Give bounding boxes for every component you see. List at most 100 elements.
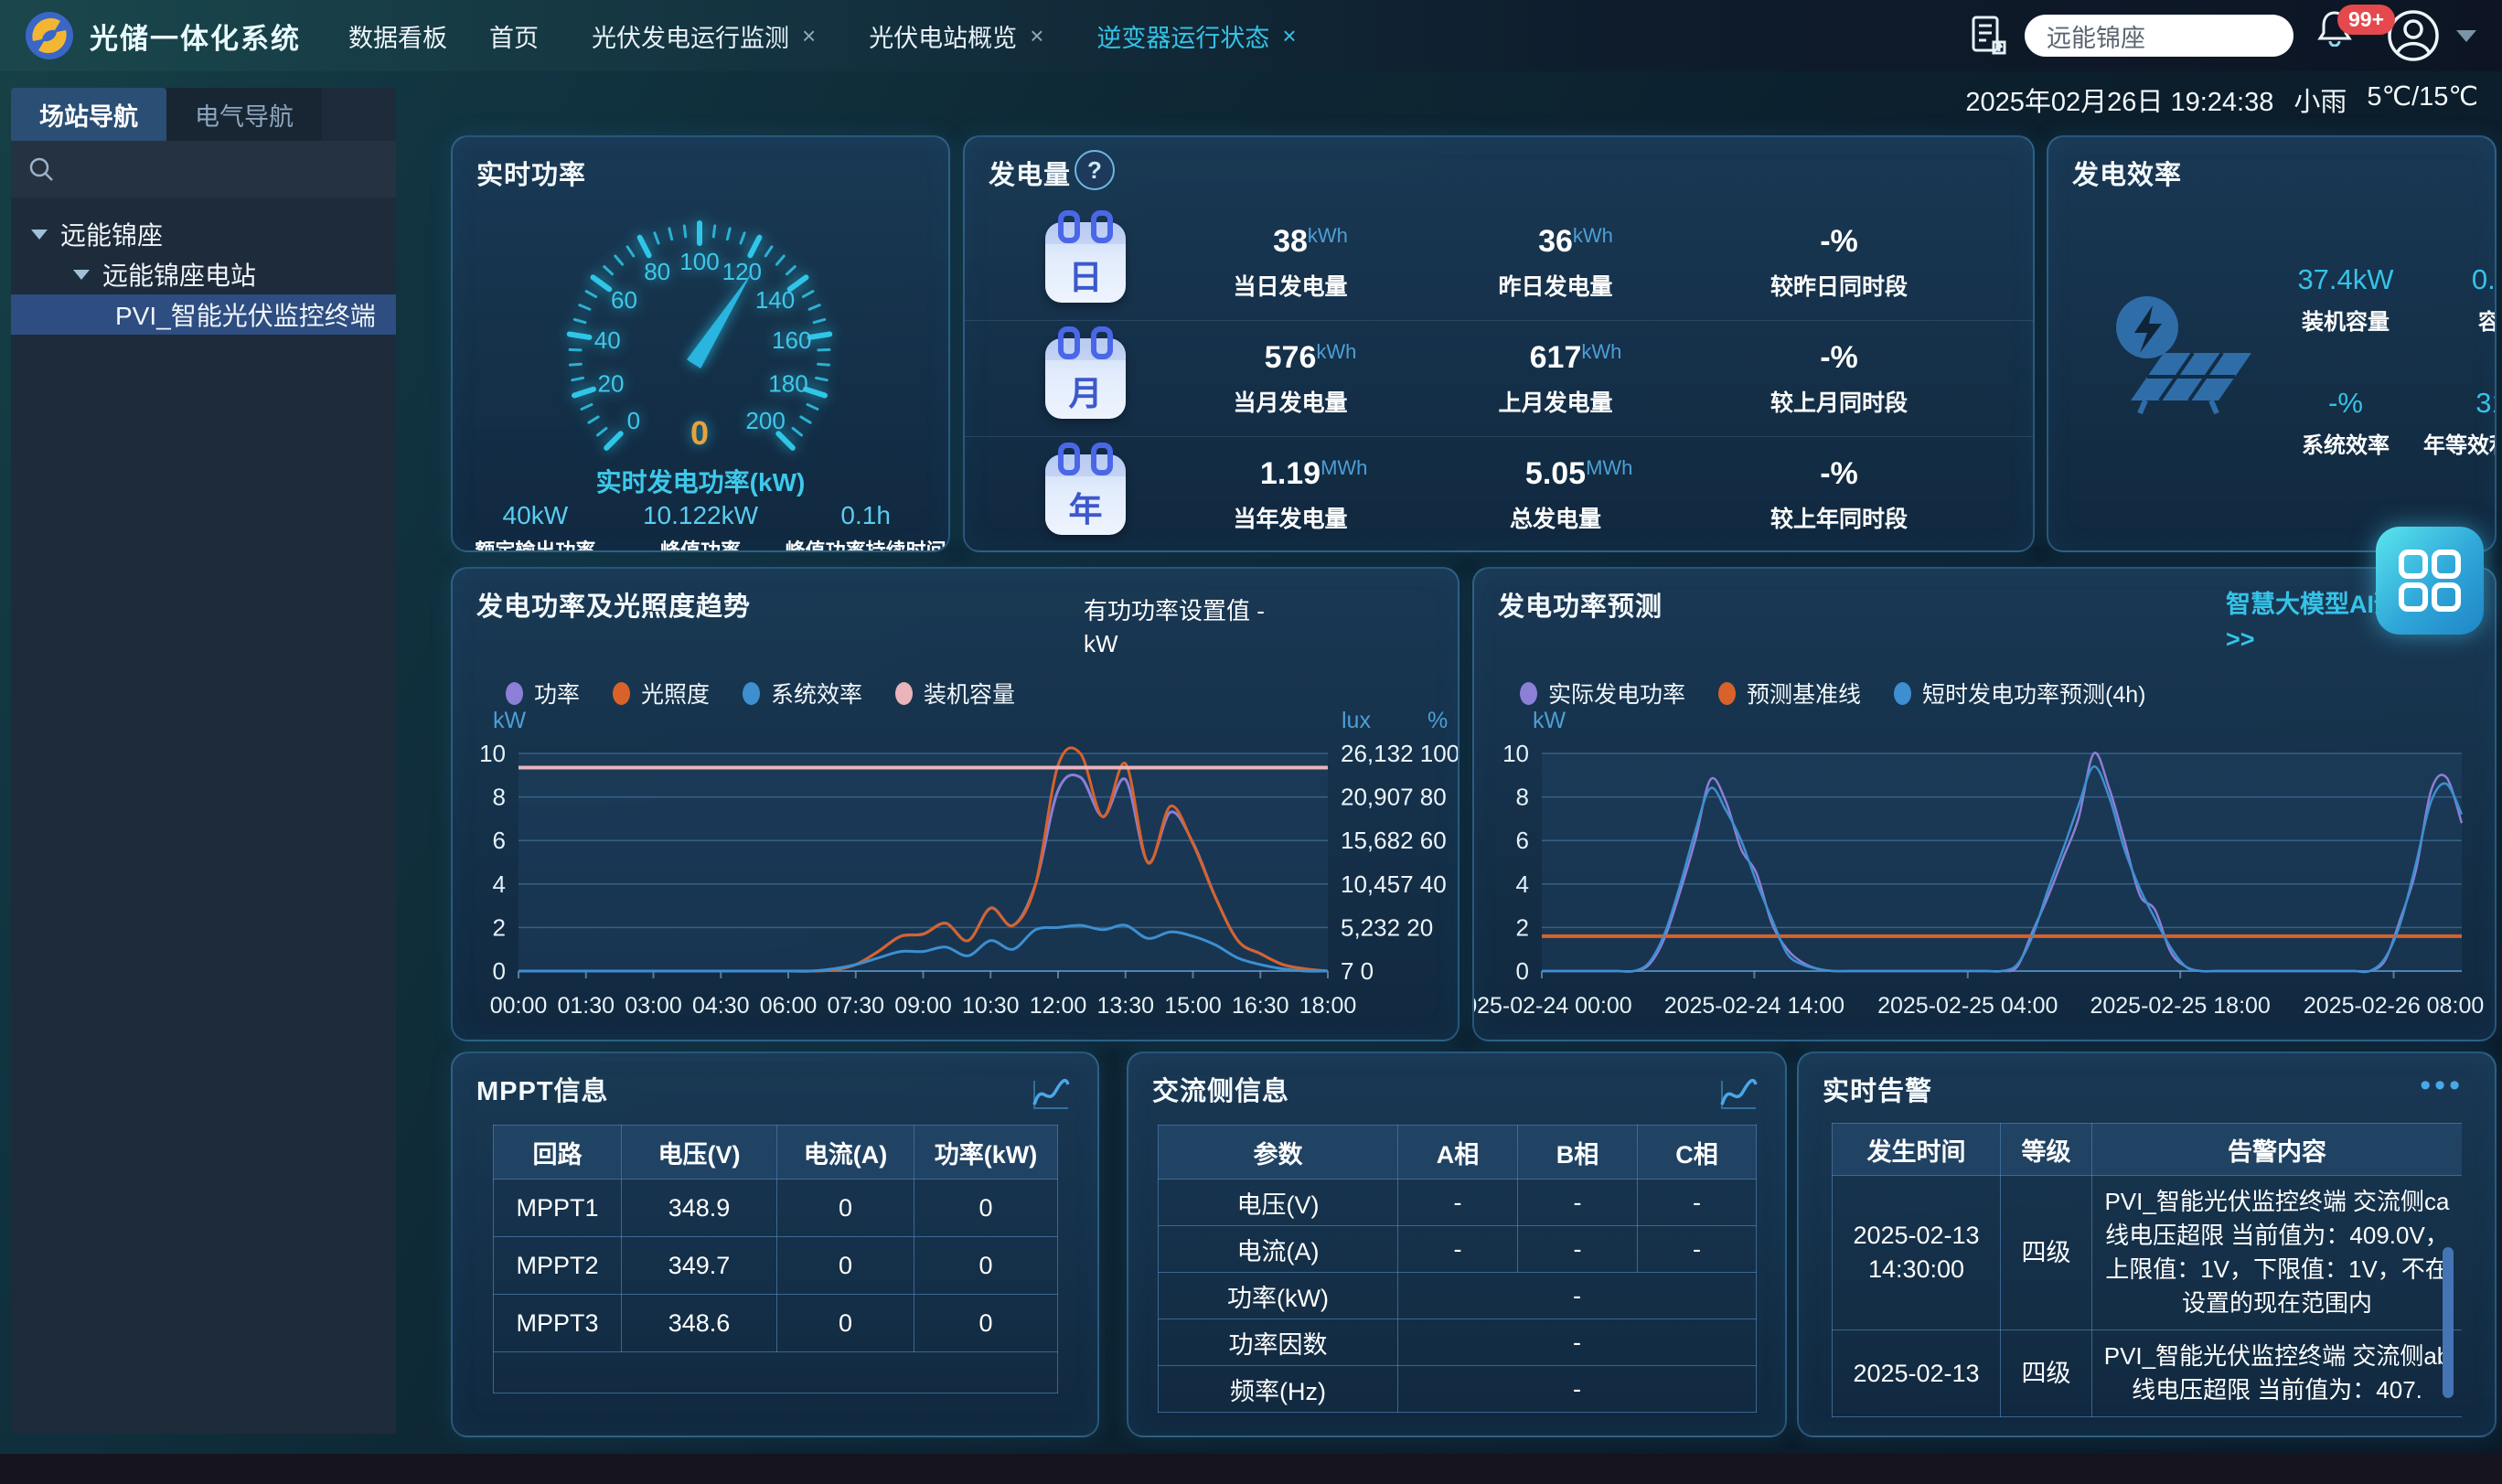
alarm-row[interactable]: 2025-02-13 14:30:00四级PVI_智能光伏监控终端 交流侧ca线… [1833,1176,2463,1330]
notifications[interactable]: 99+ [2317,8,2368,63]
svg-text:2025-02-24 00:00: 2025-02-24 00:00 [1474,993,1632,1019]
tab-0[interactable]: 光伏发电运行监测× [592,18,816,54]
svg-text:40: 40 [594,326,621,354]
chevron-down-icon[interactable] [2456,30,2476,42]
close-icon[interactable]: × [802,22,816,50]
tree-node-label: 远能锦座 [60,216,163,252]
column-header: 参数 [1159,1126,1398,1180]
svg-text:60: 60 [611,286,637,314]
more-icon[interactable]: ••• [2420,1068,2464,1104]
tree-node-2[interactable]: PVI_智能光伏监控终端 [11,294,396,335]
table-cell: 0 [777,1237,914,1295]
legend-item-2[interactable]: 系统效率 [743,677,862,710]
svg-text:2025-02-24 14:00: 2025-02-24 14:00 [1664,993,1844,1019]
report-icon[interactable] [1970,15,2008,57]
energy-label: 总发电量 [1427,501,1684,534]
sidebar-tab-0[interactable]: 场站导航 [11,88,166,141]
energy-item: 38kWh当日发电量 [1153,224,1427,302]
svg-text:100: 100 [679,248,719,275]
energy-value: 1.19MWh [1153,456,1427,492]
quick-menu-button[interactable] [2376,527,2484,635]
stat-label: 装机容量 [2277,304,2414,336]
energy-value: 576kWh [1153,340,1427,376]
stat-value: 31.9h [2420,387,2497,420]
tree-node-label: 远能锦座电站 [102,256,256,293]
grid-icon [2394,545,2465,616]
alarm-row[interactable]: 2025-02-13四级PVI_智能光伏监控终端 交流侧ab线电压超限 当前值为… [1833,1330,2463,1417]
alarm-level: 四级 [2001,1330,2092,1417]
weather-text: 小雨 [2294,80,2347,119]
column-header: 发生时间 [1833,1124,2001,1176]
help-icon[interactable]: ? [1075,150,1115,190]
energy-label: 上月发电量 [1427,385,1684,418]
app-header: 光储一体化系统 数据看板首页 光伏发电运行监测×光伏电站概览×逆变器运行状态× … [0,0,2502,71]
column-header: A相 [1398,1126,1518,1180]
calendar-char: 月 [1045,366,1126,415]
search-icon [27,155,55,183]
gauge-stats: 40kW额定输出功率10.122kW峰值功率0.1h峰值功率持续时间 [453,501,948,552]
table-row: 功率(kW)- [1159,1273,1757,1319]
table-cell: 电流(A) [1159,1226,1398,1273]
ai-forecast-link-arrows[interactable]: >> [2226,625,2255,653]
tab-2[interactable]: 逆变器运行状态× [1096,18,1296,54]
panel-title: 交流侧信息 [1152,1070,1289,1108]
legend-item-1[interactable]: 光照度 [613,677,710,710]
station-search-input[interactable] [2025,15,2294,57]
legend-marker [1894,682,1911,705]
energy-item: 576kWh当月发电量 [1153,340,1427,418]
legend-marker [506,682,523,705]
line-chart-icon[interactable] [1030,1073,1072,1112]
table-header-row: 回路电压(V)电流(A)功率(kW) [494,1126,1058,1180]
energy-item: -%较上年同时段 [1684,456,1994,534]
table-cell: MPPT3 [494,1295,622,1352]
legend-item-3[interactable]: 装机容量 [895,677,1015,710]
panel-realtime-alarms: 实时告警 ••• 发生时间等级告警内容2025-02-13 14:30:00四级… [1797,1052,2497,1437]
close-icon[interactable]: × [1282,22,1296,50]
table-row: MPPT1348.900 [494,1180,1058,1237]
alarm-table-wrap: 发生时间等级告警内容2025-02-13 14:30:00四级PVI_智能光伏监… [1832,1123,2462,1437]
sidebar-search[interactable] [11,141,396,198]
ac-table: 参数A相B相C相电压(V)---电流(A)---功率(kW)-功率因数-频率(H… [1158,1125,1757,1413]
calendar-ring [1058,326,1080,359]
energy-value: -% [1684,456,1994,492]
energy-cols: 576kWh当月发电量617kWh上月发电量-%较上月同时段 [1153,340,2033,418]
legend-item-0[interactable]: 实际发电功率 [1520,677,1685,710]
tab-1[interactable]: 光伏电站概览× [869,18,1043,54]
stat-value: 0.1h [783,501,948,530]
calendar-icon: 月 [1045,338,1126,419]
line-chart-icon[interactable] [1717,1073,1759,1112]
tree-expand-icon[interactable] [73,270,90,280]
open-tabs: 光伏发电运行监测× 光伏电站概览× 逆变器运行状态× [592,18,1297,54]
main-menu: 数据看板 首页 [348,18,539,54]
svg-text:160: 160 [772,326,811,354]
tree-expand-icon[interactable] [31,230,48,240]
svg-text:00:00: 00:00 [490,993,548,1019]
table-row-empty [494,1352,1058,1393]
legend-item-2[interactable]: 短时发电功率预测(4h) [1894,677,2145,710]
legend-item-1[interactable]: 预测基准线 [1718,677,1861,710]
tree-node-0[interactable]: 远能锦座 [11,214,396,254]
svg-text:6: 6 [1516,827,1529,854]
close-icon[interactable]: × [1030,22,1043,50]
panel-title: 发电量 [989,154,1071,192]
energy-row-2: 年1.19MWh当年发电量5.05MWh总发电量-%较上年同时段 [965,436,2033,552]
app-logo-icon [24,10,75,61]
menu-item-0[interactable]: 数据看板 [348,18,447,54]
table-cell: 0 [914,1295,1058,1352]
energy-item: 5.05MWh总发电量 [1427,456,1684,534]
column-header: 电流(A) [777,1126,914,1180]
table-header-row: 参数A相B相C相 [1159,1126,1757,1180]
column-header: 告警内容 [2092,1124,2463,1176]
svg-text:6: 6 [493,827,506,854]
svg-text:0: 0 [627,407,640,434]
y-axis-unit: kW [493,708,526,734]
energy-unit: MWh [1586,456,1632,480]
temperature-text: 5℃/15℃ [2367,80,2478,119]
table-row: 频率(Hz)- [1159,1366,1757,1413]
sidebar-tab-1[interactable]: 电气导航 [166,88,322,141]
legend-item-0[interactable]: 功率 [506,677,580,710]
menu-item-1[interactable]: 首页 [489,18,539,54]
scrollbar-thumb[interactable] [2443,1247,2454,1398]
alarm-content: PVI_智能光伏监控终端 交流侧ca线电压超限 当前值为：409.0V，上限值：… [2092,1176,2463,1330]
tree-node-1[interactable]: 远能锦座电站 [11,254,396,294]
